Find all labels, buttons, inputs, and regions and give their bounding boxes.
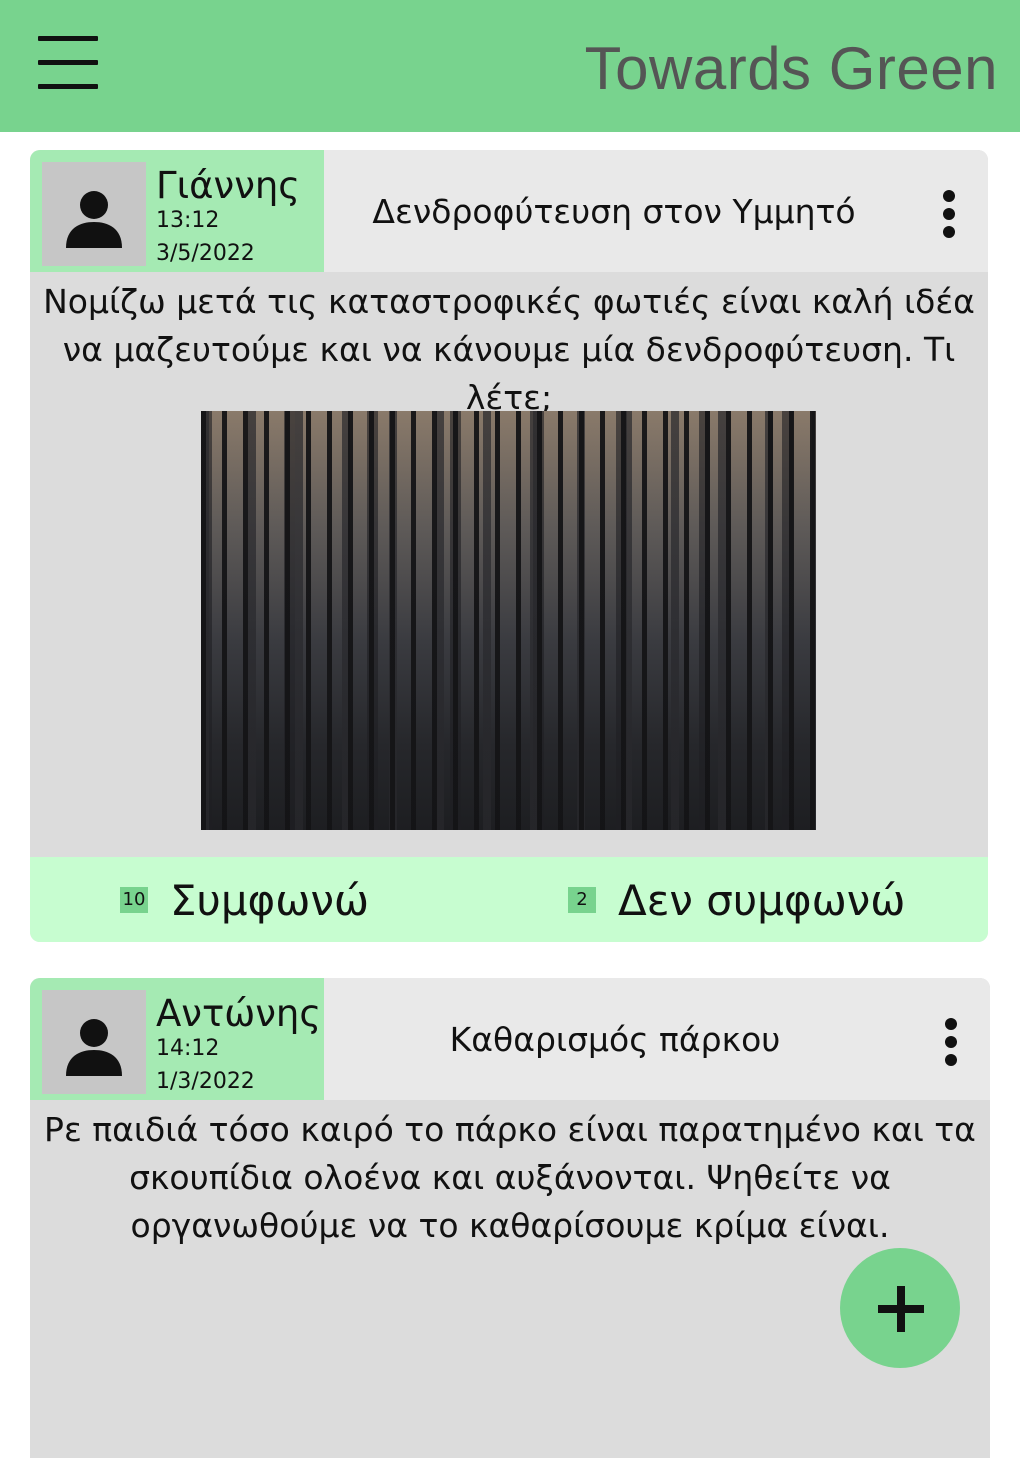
post-header: Αντώνης 14:12 1/3/2022 Καθαρισμός πάρκου bbox=[30, 978, 990, 1100]
post-body: Νομίζω μετά τις καταστροφικές φωτιές είν… bbox=[43, 282, 975, 417]
burnt-forest-photo bbox=[201, 411, 816, 830]
hamburger-menu-icon[interactable] bbox=[38, 36, 100, 90]
author-box[interactable]: Αντώνης 14:12 1/3/2022 bbox=[30, 978, 324, 1100]
post-date: 3/5/2022 bbox=[156, 241, 255, 266]
post-date: 1/3/2022 bbox=[156, 1069, 255, 1094]
post-title: Δενδροφύτευση στον Υμμητό bbox=[372, 192, 856, 231]
agree-button[interactable]: 10 Συμφωνώ bbox=[120, 875, 369, 925]
post-card: Αντώνης 14:12 1/3/2022 Καθαρισμός πάρκου… bbox=[30, 978, 990, 1458]
person-icon bbox=[66, 1019, 122, 1076]
author-box[interactable]: Γιάννης 13:12 3/5/2022 bbox=[30, 150, 324, 272]
menu-line bbox=[38, 84, 98, 89]
disagree-button[interactable]: 2 Δεν συμφωνώ bbox=[568, 875, 905, 925]
post-body: Ρε παιδιά τόσο καιρό το πάρκο είναι παρα… bbox=[44, 1110, 976, 1245]
vote-bar: 10 Συμφωνώ 2 Δεν συμφωνώ bbox=[30, 857, 988, 942]
post-header: Γιάννης 13:12 3/5/2022 Δενδροφύτευση στο… bbox=[30, 150, 988, 272]
post-title: Καθαρισμός πάρκου bbox=[449, 1020, 781, 1059]
agree-label: Συμφωνώ bbox=[170, 875, 370, 925]
menu-line bbox=[38, 60, 98, 65]
more-vertical-icon[interactable] bbox=[940, 190, 958, 240]
app-title: Towards Green bbox=[584, 35, 998, 102]
author-name: Αντώνης bbox=[156, 992, 322, 1035]
plus-icon bbox=[897, 1286, 905, 1332]
post-card: Γιάννης 13:12 3/5/2022 Δενδροφύτευση στο… bbox=[30, 150, 988, 942]
avatar bbox=[42, 162, 146, 266]
menu-line bbox=[38, 36, 98, 41]
author-name: Γιάννης bbox=[156, 164, 301, 207]
disagree-label: Δεν συμφωνώ bbox=[618, 875, 906, 925]
avatar bbox=[42, 990, 146, 1094]
post-time: 14:12 bbox=[156, 1036, 220, 1061]
disagree-count: 2 bbox=[568, 887, 596, 913]
person-icon bbox=[66, 191, 122, 248]
app-bar: Towards Green bbox=[0, 0, 1020, 132]
more-vertical-icon[interactable] bbox=[942, 1018, 960, 1068]
post-time: 13:12 bbox=[156, 208, 220, 233]
agree-count: 10 bbox=[120, 887, 148, 913]
add-post-button[interactable] bbox=[840, 1248, 960, 1368]
